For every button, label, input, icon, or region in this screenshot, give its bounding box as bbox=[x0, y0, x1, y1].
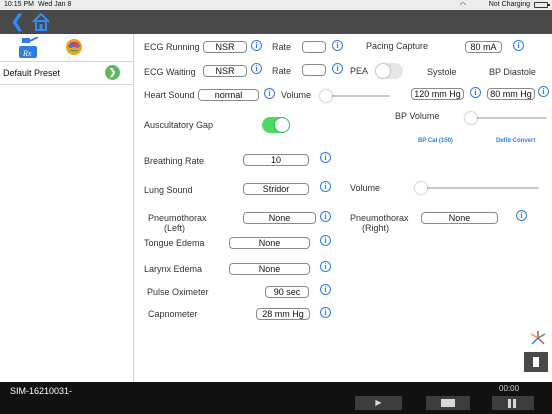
ecg-running-rate-field[interactable] bbox=[302, 41, 326, 53]
info-icon[interactable]: i bbox=[516, 210, 527, 221]
breathing-rate-field[interactable]: 10 bbox=[243, 154, 309, 166]
ecg-waiting-rate-label: Rate bbox=[272, 66, 292, 76]
lung-volume-label: Volume bbox=[350, 183, 381, 193]
bp-volume-slider[interactable] bbox=[465, 112, 547, 124]
info-icon[interactable]: i bbox=[320, 152, 331, 163]
ecg-waiting-select[interactable]: NSR bbox=[203, 65, 247, 77]
rx-scenario-icon[interactable]: Rx bbox=[16, 37, 40, 59]
battery-icon bbox=[534, 2, 550, 8]
info-icon[interactable]: i bbox=[320, 284, 331, 295]
status-bar: 10:15 PM Wed Jan 8 ◠ Not Charging bbox=[0, 0, 552, 10]
status-date: Wed Jan 8 bbox=[38, 1, 72, 8]
stop-icon bbox=[441, 399, 455, 407]
defib-convert-link[interactable]: Defib Convert bbox=[496, 138, 535, 144]
slider-thumb[interactable] bbox=[465, 112, 477, 124]
info-icon[interactable]: i bbox=[470, 87, 481, 98]
auscultatory-gap-toggle[interactable] bbox=[262, 117, 290, 133]
info-icon[interactable]: i bbox=[320, 307, 331, 318]
auscultatory-gap-label: Auscultatory Gap bbox=[144, 120, 214, 130]
tongue-edema-select[interactable]: None bbox=[229, 237, 310, 249]
info-icon[interactable]: i bbox=[251, 63, 262, 74]
slider-thumb[interactable] bbox=[320, 90, 332, 102]
pulse-oximeter-label: Pulse Oximeter bbox=[147, 287, 209, 297]
bp-cal-link[interactable]: BP Cal (150) bbox=[418, 138, 453, 144]
panel-toggle-button[interactable] bbox=[524, 352, 548, 372]
ecg-running-label: ECG Running bbox=[144, 42, 200, 52]
info-icon[interactable]: i bbox=[513, 40, 524, 51]
nav-bar: ❮ bbox=[0, 10, 552, 34]
lung-volume-slider[interactable] bbox=[415, 182, 539, 194]
heart-volume-slider[interactable] bbox=[320, 90, 390, 102]
wifi-icon: ◠ bbox=[459, 2, 466, 9]
systole-label: Systole bbox=[427, 67, 457, 77]
preset-list-item[interactable]: Default Preset ❯ bbox=[0, 62, 133, 85]
status-time: 10:15 PM bbox=[4, 1, 34, 8]
preset-label: Default Preset bbox=[3, 68, 61, 78]
play-icon: ▶ bbox=[375, 398, 382, 407]
settings-panel: ECG Running NSR i Rate i Pacing Capture … bbox=[135, 34, 552, 382]
systole-field[interactable]: 120 mm Hg bbox=[411, 88, 464, 100]
svg-text:Rx: Rx bbox=[22, 49, 32, 58]
info-icon[interactable]: i bbox=[320, 211, 331, 222]
ecg-running-select[interactable]: NSR bbox=[203, 41, 247, 53]
brain-icon[interactable] bbox=[65, 38, 83, 56]
home-icon[interactable] bbox=[31, 12, 51, 32]
larynx-edema-label: Larynx Edema bbox=[144, 264, 203, 274]
info-icon[interactable]: i bbox=[320, 235, 331, 246]
slider-thumb[interactable] bbox=[415, 182, 427, 194]
bp-volume-label: BP Volume bbox=[395, 111, 440, 121]
pause-button[interactable] bbox=[492, 396, 534, 410]
info-icon[interactable]: i bbox=[320, 261, 331, 272]
heart-volume-label: Volume bbox=[281, 90, 312, 100]
sidebar: Rx Default Preset ❯ bbox=[0, 34, 134, 382]
bp-diastole-label: BP Diastole bbox=[489, 67, 536, 77]
capnometer-label: Capnometer bbox=[148, 309, 198, 319]
pea-label: PEA bbox=[350, 66, 369, 76]
diastole-field[interactable]: 80 mm Hg bbox=[487, 88, 535, 100]
pneumothorax-left-label: Pneumothorax bbox=[148, 213, 207, 223]
charging-status: Not Charging bbox=[488, 1, 530, 8]
pacing-capture-label: Pacing Capture bbox=[366, 41, 429, 51]
pneumothorax-right-sublabel: (Right) bbox=[362, 223, 390, 233]
slider-track bbox=[465, 117, 547, 119]
info-icon[interactable]: i bbox=[332, 63, 343, 74]
info-icon[interactable]: i bbox=[251, 40, 262, 51]
capnometer-field[interactable]: 28 mm Hg bbox=[256, 308, 310, 320]
slider-track bbox=[415, 187, 539, 189]
pneumothorax-right-select[interactable]: None bbox=[421, 212, 498, 224]
pulse-oximeter-field[interactable]: 90 sec bbox=[265, 286, 309, 298]
pea-toggle[interactable] bbox=[375, 63, 403, 79]
toggle-knob bbox=[275, 118, 289, 132]
info-icon[interactable]: i bbox=[538, 86, 549, 97]
info-icon[interactable]: i bbox=[320, 181, 331, 192]
larynx-edema-select[interactable]: None bbox=[229, 263, 310, 275]
logo-icon bbox=[530, 331, 546, 345]
play-button[interactable]: ▶ bbox=[355, 396, 402, 410]
info-icon[interactable]: i bbox=[332, 40, 343, 51]
heart-sound-select[interactable]: normal bbox=[198, 89, 259, 101]
back-chevron-icon[interactable]: ❮ bbox=[10, 11, 25, 31]
pneumothorax-right-label: Pneumothorax bbox=[350, 213, 409, 223]
sim-id: SIM-16210031- bbox=[10, 386, 73, 396]
bottom-bar: SIM-16210031- 00:00 ▶ bbox=[0, 382, 552, 414]
sidebar-toolbar: Rx bbox=[0, 34, 133, 62]
stop-button[interactable] bbox=[426, 396, 470, 410]
pause-icon bbox=[508, 399, 516, 408]
heart-sound-label: Heart Sound bbox=[144, 90, 195, 100]
lung-sound-label: Lung Sound bbox=[144, 185, 193, 195]
ecg-waiting-label: ECG Waiting bbox=[144, 67, 196, 77]
ecg-waiting-rate-field[interactable] bbox=[302, 64, 326, 76]
ecg-running-rate-label: Rate bbox=[272, 42, 292, 52]
pneumothorax-left-sublabel: (Left) bbox=[164, 223, 186, 233]
pacing-capture-field[interactable]: 80 mA bbox=[465, 41, 502, 53]
toggle-knob bbox=[376, 64, 390, 78]
breathing-rate-label: Breathing Rate bbox=[144, 156, 205, 166]
elapsed-time: 00:00 bbox=[499, 384, 520, 393]
tongue-edema-label: Tongue Edema bbox=[144, 238, 205, 248]
arrow-right-icon[interactable]: ❯ bbox=[105, 65, 120, 80]
info-icon[interactable]: i bbox=[264, 88, 275, 99]
pneumothorax-left-select[interactable]: None bbox=[243, 212, 316, 224]
lung-sound-select[interactable]: Stridor bbox=[243, 183, 309, 195]
